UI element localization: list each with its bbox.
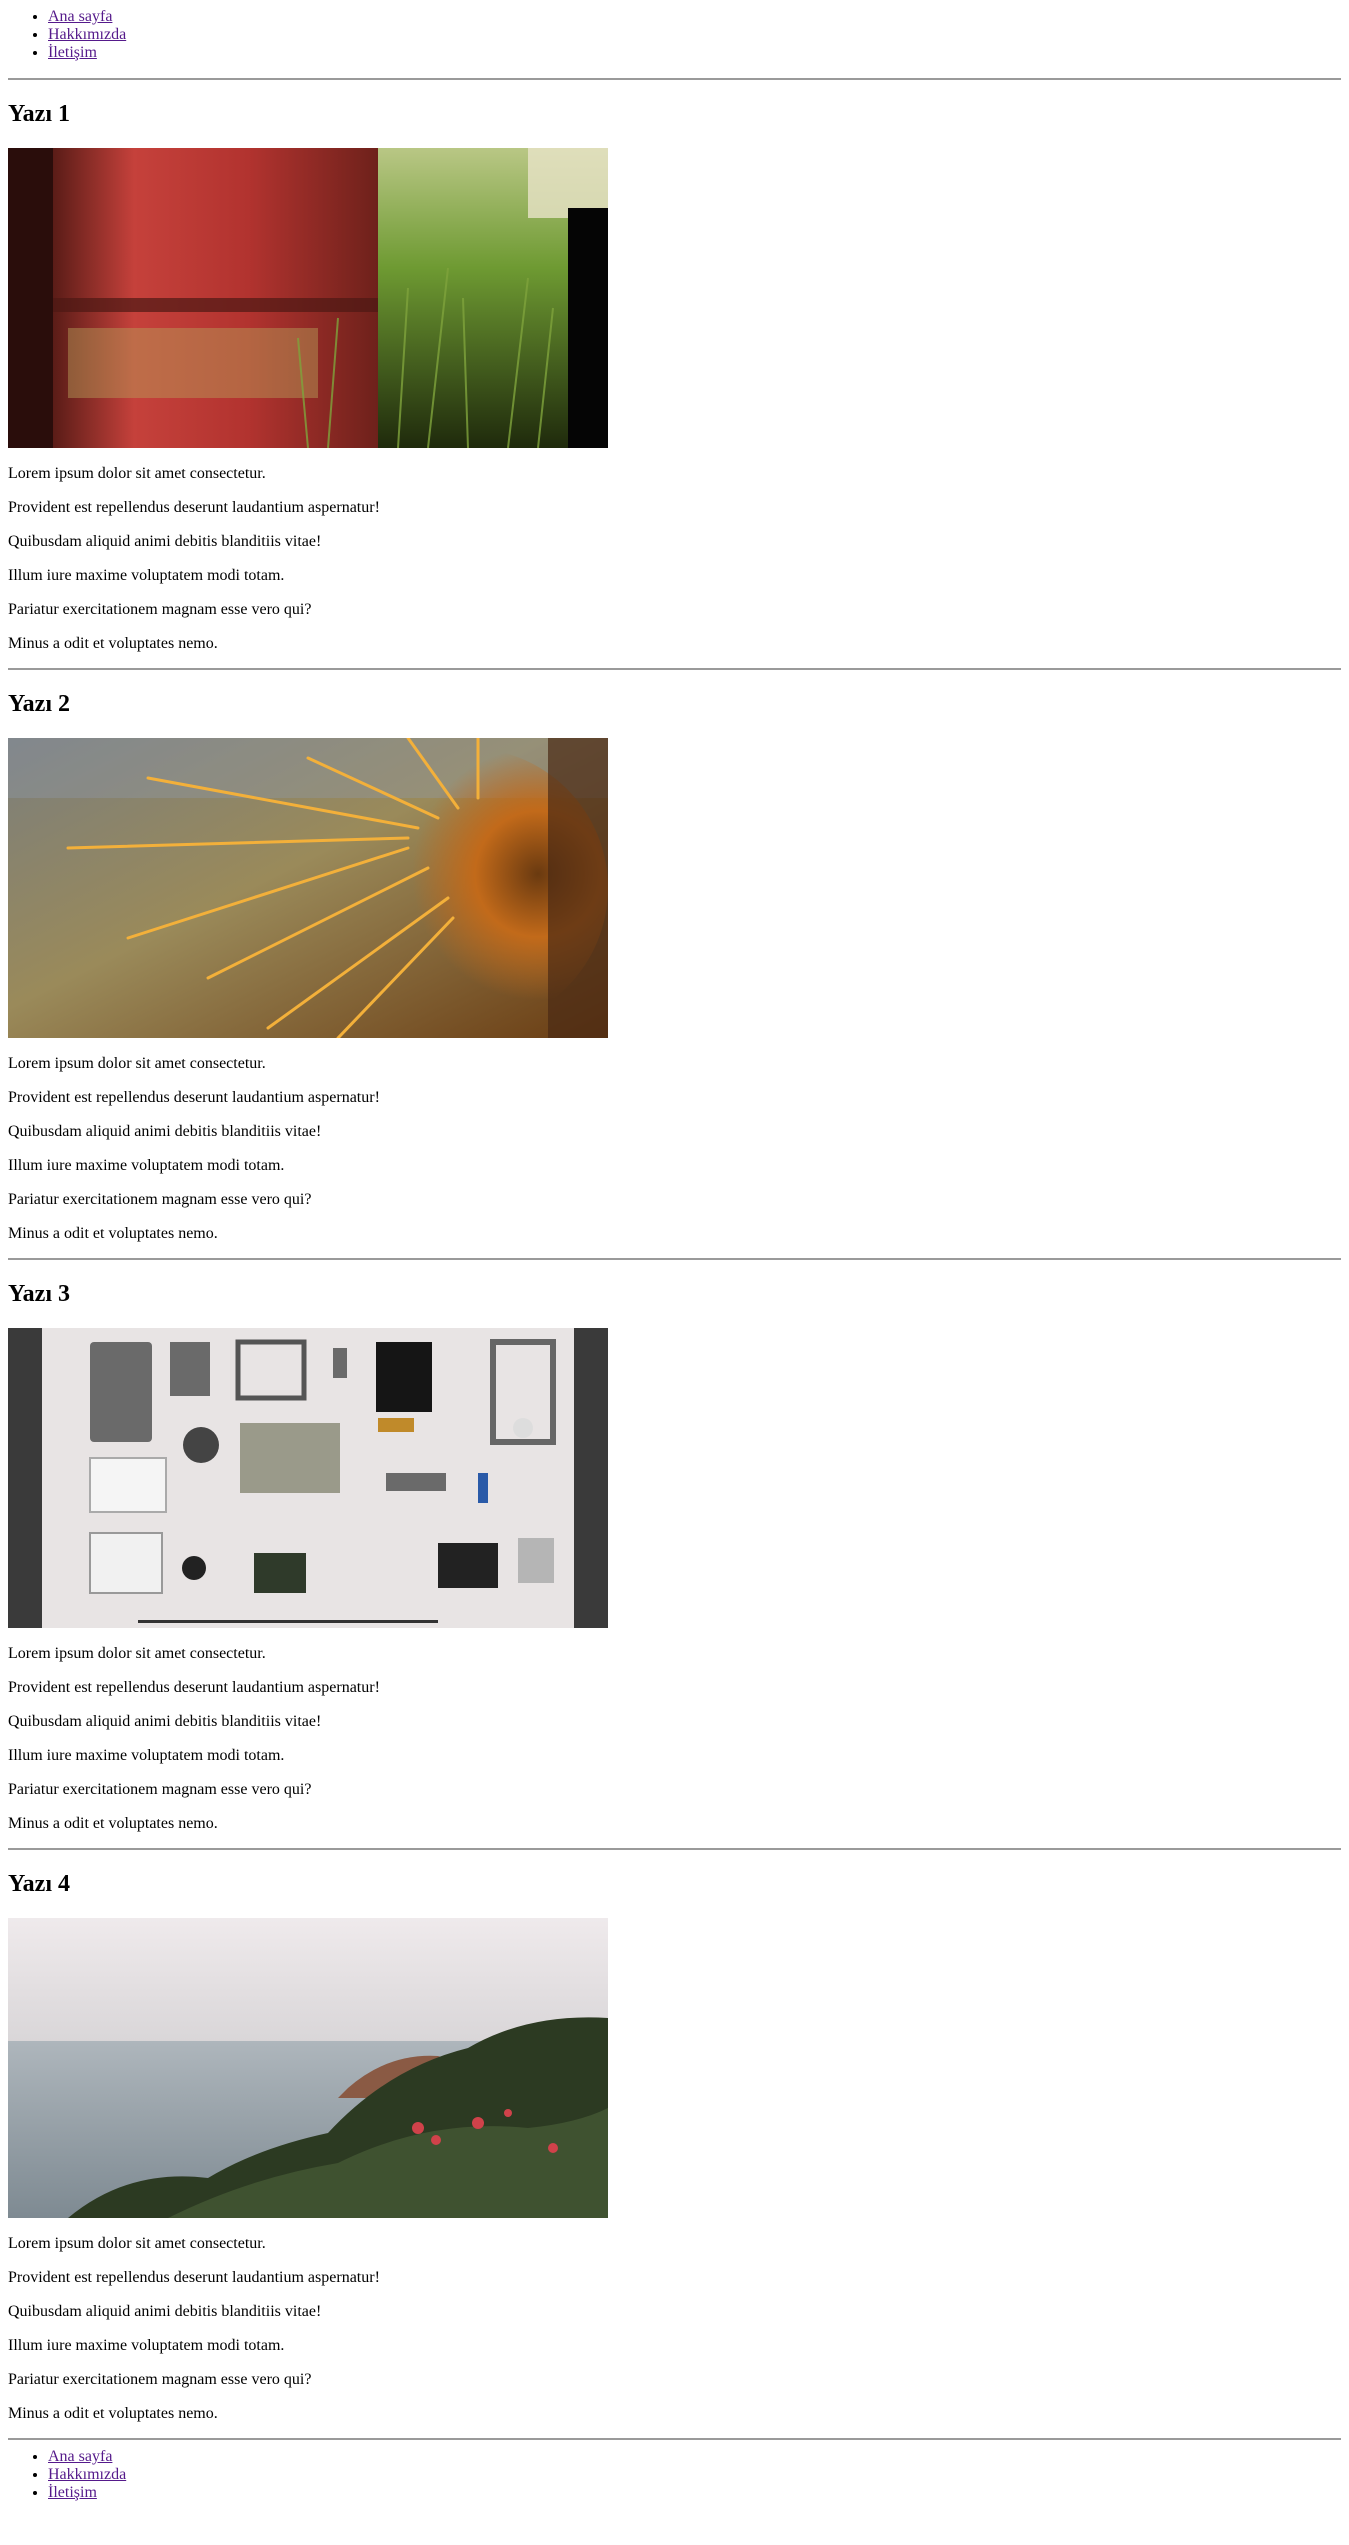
nav-link-home[interactable]: Ana sayfa <box>48 2448 112 2465</box>
post-paragraph: Lorem ipsum dolor sit amet consectetur. <box>8 1645 266 1662</box>
footer-nav: Ana sayfa Hakkımızda İletişim <box>8 2440 1341 2502</box>
post-paragraph: Pariatur exercitationem magnam esse vero… <box>8 1781 312 1798</box>
divider <box>8 1258 1341 1260</box>
page: Ana sayfa Hakkımızda İletişim Yazı 1 <box>0 0 1349 2502</box>
post-paragraph: Quibusdam aliquid animi debitis blanditi… <box>8 2303 322 2320</box>
post-paragraph: Minus a odit et voluptates nemo. <box>8 1815 218 1832</box>
nav-item-about: Hakkımızda <box>48 2466 1341 2484</box>
nav-link-home[interactable]: Ana sayfa <box>48 8 112 25</box>
nav-item-home: Ana sayfa <box>48 8 1341 26</box>
nav-item-about: Hakkımızda <box>48 26 1341 44</box>
post-paragraph: Pariatur exercitationem magnam esse vero… <box>8 1191 312 1208</box>
post-content: Lorem ipsum dolor sit amet consectetur. … <box>8 2235 1341 2422</box>
post-title: Yazı 3 <box>8 1281 70 1307</box>
post-title: Yazı 1 <box>8 101 70 127</box>
nav-item-contact: İletişim <box>48 44 1341 62</box>
nav-item-contact: İletişim <box>48 2484 1341 2502</box>
nav-link-contact[interactable]: İletişim <box>48 44 97 61</box>
post-paragraph: Lorem ipsum dolor sit amet consectetur. <box>8 2235 266 2252</box>
post-paragraph: Minus a odit et voluptates nemo. <box>8 2405 218 2422</box>
post-paragraph: Provident est repellendus deserunt lauda… <box>8 2269 380 2286</box>
post-paragraph: Pariatur exercitationem magnam esse vero… <box>8 601 312 618</box>
post-paragraph: Lorem ipsum dolor sit amet consectetur. <box>8 1055 266 1072</box>
post-paragraph: Lorem ipsum dolor sit amet consectetur. <box>8 465 266 482</box>
post-paragraph: Provident est repellendus deserunt lauda… <box>8 1679 380 1696</box>
post-paragraph: Minus a odit et voluptates nemo. <box>8 1225 218 1242</box>
post-2: Yazı 2 Lorem ipsum dolor sit amet consec… <box>8 690 1341 1242</box>
seaside-cliff-photo <box>8 1918 608 2218</box>
post-title: Yazı 4 <box>8 1871 70 1897</box>
divider <box>8 668 1341 670</box>
nav-link-about[interactable]: Hakkımızda <box>48 26 126 43</box>
post-paragraph: Provident est repellendus deserunt lauda… <box>8 499 380 516</box>
disassembled-camera-photo <box>8 1328 608 1628</box>
nav-link-about[interactable]: Hakkımızda <box>48 2466 126 2483</box>
post-paragraph: Provident est repellendus deserunt lauda… <box>8 1089 380 1106</box>
post-paragraph: Minus a odit et voluptates nemo. <box>8 635 218 652</box>
top-nav: Ana sayfa Hakkımızda İletişim <box>8 0 1341 62</box>
post-paragraph: Quibusdam aliquid animi debitis blanditi… <box>8 533 322 550</box>
post-paragraph: Quibusdam aliquid animi debitis blanditi… <box>8 1123 322 1140</box>
cactus-photo <box>8 738 608 1038</box>
post-content: Lorem ipsum dolor sit amet consectetur. … <box>8 1055 1341 1242</box>
post-paragraph: Illum iure maxime voluptatem modi totam. <box>8 1747 285 1764</box>
divider <box>8 1848 1341 1850</box>
post-3: Yazı 3 Lorem ipsum dolor sit amet consec… <box>8 1280 1341 1832</box>
post-title: Yazı 2 <box>8 691 70 717</box>
post-paragraph: Quibusdam aliquid animi debitis blanditi… <box>8 1713 322 1730</box>
rusty-barrel-photo <box>8 148 608 448</box>
post-content: Lorem ipsum dolor sit amet consectetur. … <box>8 465 1341 652</box>
post-paragraph: Illum iure maxime voluptatem modi totam. <box>8 567 285 584</box>
post-content: Lorem ipsum dolor sit amet consectetur. … <box>8 1645 1341 1832</box>
post-paragraph: Pariatur exercitationem magnam esse vero… <box>8 2371 312 2388</box>
post-paragraph: Illum iure maxime voluptatem modi totam. <box>8 2337 285 2354</box>
nav-item-home: Ana sayfa <box>48 2448 1341 2466</box>
divider <box>8 78 1341 80</box>
nav-link-contact[interactable]: İletişim <box>48 2484 97 2501</box>
post-paragraph: Illum iure maxime voluptatem modi totam. <box>8 1157 285 1174</box>
post-4: Yazı 4 Lorem ipsum dolor sit amet consec… <box>8 1870 1341 2422</box>
post-1: Yazı 1 Lorem ipsum dolor sit amet consec… <box>8 100 1341 652</box>
